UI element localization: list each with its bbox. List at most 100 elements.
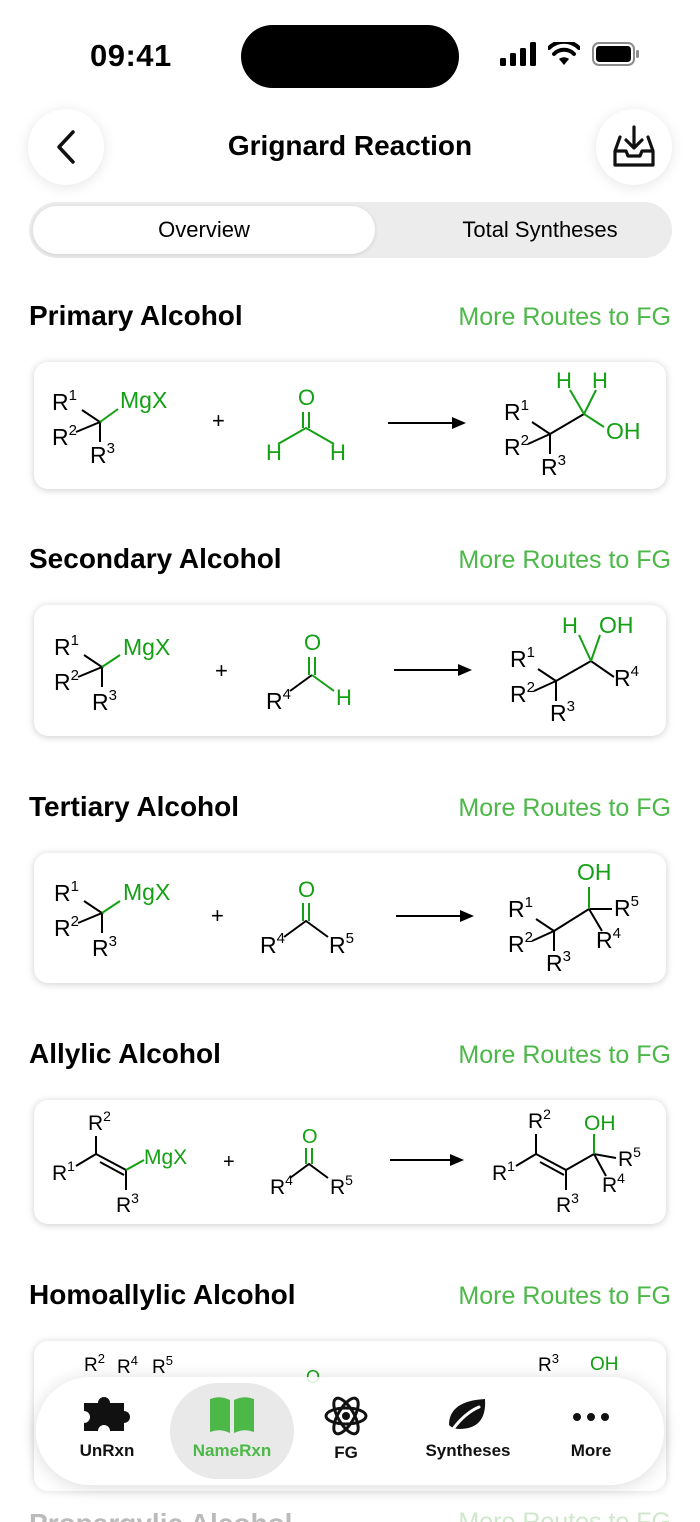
more-routes-link-tertiary[interactable]: More Routes to FG [458,794,671,823]
tab-unrxn[interactable]: UnRxn [52,1383,162,1479]
svg-text:R1: R1 [54,632,79,660]
svg-text:OH: OH [599,612,634,638]
status-time: 09:41 [90,38,172,73]
reaction-card-tertiary[interactable]: R1 R2 R3 MgX + O R4 R5 R1 R2 R3 OH R5 R4 [34,853,666,983]
svg-text:R2: R2 [510,679,535,707]
svg-text:R1: R1 [52,387,77,415]
status-bar: 09:41 [0,0,700,100]
svg-text:R1: R1 [504,397,529,425]
reaction-scheme: R1 R2 R3 MgX + O R4 R5 R1 R2 R3 OH R5 R4 [54,859,639,976]
section-title-secondary: Secondary Alcohol [29,543,282,574]
more-routes-link-primary[interactable]: More Routes to FG [458,303,671,332]
tab-label: FG [334,1443,358,1462]
svg-text:R2: R2 [84,1351,105,1376]
svg-text:OH: OH [584,1112,616,1135]
section-title-propargylic: Propargylic Alcohol [29,1508,292,1522]
atom-icon [324,1396,368,1436]
svg-text:O: O [298,877,315,902]
svg-text:H: H [266,440,282,465]
svg-text:MgX: MgX [120,387,167,413]
svg-text:R5: R5 [614,893,639,921]
signal-icon [500,42,536,66]
puzzle-icon [84,1397,130,1431]
section-title-homoallylic: Homoallylic Alcohol [29,1279,296,1310]
wifi-icon [548,42,580,65]
battery-icon [592,42,639,66]
svg-text:H: H [336,685,352,710]
reaction-card-primary[interactable]: R1 R2 R3 MgX + O H H R1 R2 R3 H H OH [34,362,666,489]
segmented-control: Overview Total Syntheses [29,202,672,258]
svg-text:R4: R4 [602,1170,625,1197]
tab-bar: UnRxn NameRxn FG Syntheses More [36,1377,664,1485]
tab-label: More [570,1441,612,1460]
reaction-scheme: R1 R2 R3 MgX + O R4 H R1 R2 R3 H OH R4 [54,612,639,726]
more-routes-link-allylic[interactable]: More Routes to FG [458,1041,671,1070]
save-offline-button[interactable] [596,109,672,185]
svg-text:R3: R3 [116,1190,139,1217]
svg-text:R2: R2 [54,667,79,695]
tab-total-syntheses[interactable]: Total Syntheses [379,206,700,254]
svg-text:O: O [298,385,315,410]
svg-text:R1: R1 [510,644,535,672]
book-icon [210,1397,254,1433]
svg-text:R3: R3 [90,440,115,468]
svg-text:R1: R1 [492,1158,515,1185]
svg-text:O: O [302,1126,318,1148]
tab-label: Syntheses [425,1441,511,1460]
svg-text:R3: R3 [92,933,117,961]
svg-text:R2: R2 [52,422,77,450]
svg-text:R5: R5 [618,1144,641,1171]
reaction-scheme: R2 R1 R3 MgX + O R4 R5 R2 R1 R3 OH R5 R4 [52,1106,641,1217]
reaction-card-secondary[interactable]: R1 R2 R3 MgX + O R4 H R1 R2 R3 H OH R4 [34,605,666,736]
more-routes-link-propargylic[interactable]: More Routes to FG [458,1508,671,1522]
svg-text:R3: R3 [541,452,566,480]
tab-more[interactable]: More [536,1383,646,1479]
tray-download-icon [613,125,655,167]
ellipsis-icon [573,1413,609,1421]
svg-text:+: + [212,408,225,433]
svg-text:MgX: MgX [144,1146,187,1169]
svg-text:R2: R2 [528,1106,551,1133]
svg-text:R5: R5 [152,1353,173,1378]
tab-fg[interactable]: FG [291,1383,401,1479]
svg-text:+: + [223,1151,235,1173]
more-routes-link-homoallylic[interactable]: More Routes to FG [458,1282,671,1311]
svg-text:R2: R2 [504,432,529,460]
svg-text:MgX: MgX [123,879,170,905]
svg-text:R4: R4 [117,1353,138,1378]
svg-text:R4: R4 [614,663,639,691]
svg-text:OH: OH [590,1354,619,1375]
svg-text:R1: R1 [508,894,533,922]
svg-text:OH: OH [577,859,612,885]
tab-label: NameRxn [192,1441,272,1460]
svg-text:H: H [592,368,608,393]
svg-text:H: H [330,440,346,465]
svg-text:R1: R1 [54,878,79,906]
reaction-card-allylic[interactable]: R2 R1 R3 MgX + O R4 R5 R2 R1 R3 OH R5 R4 [34,1100,666,1224]
more-routes-link-secondary[interactable]: More Routes to FG [458,546,671,575]
svg-text:R2: R2 [88,1108,111,1135]
tab-namerxn[interactable]: NameRxn [170,1383,294,1479]
svg-text:R5: R5 [329,930,354,958]
svg-text:H: H [562,613,578,638]
svg-text:R4: R4 [596,925,621,953]
svg-text:O: O [304,630,321,655]
status-icons [500,42,640,66]
svg-text:R4: R4 [260,930,285,958]
svg-text:R2: R2 [508,929,533,957]
tab-syntheses[interactable]: Syntheses [413,1383,523,1479]
svg-text:R3: R3 [546,948,571,976]
reaction-scheme: R1 R2 R3 MgX + O H H R1 R2 R3 H H OH [52,368,641,480]
tab-overview[interactable]: Overview [33,206,375,254]
svg-text:+: + [211,903,224,928]
svg-text:R4: R4 [270,1172,293,1199]
svg-text:R3: R3 [92,687,117,715]
tab-label: UnRxn [79,1441,135,1460]
svg-text:R3: R3 [538,1351,559,1376]
section-title-allylic: Allylic Alcohol [29,1038,221,1069]
svg-text:OH: OH [606,418,641,444]
svg-text:MgX: MgX [123,634,170,660]
dynamic-island [241,25,459,88]
svg-text:R1: R1 [52,1158,75,1185]
svg-text:+: + [215,658,228,683]
